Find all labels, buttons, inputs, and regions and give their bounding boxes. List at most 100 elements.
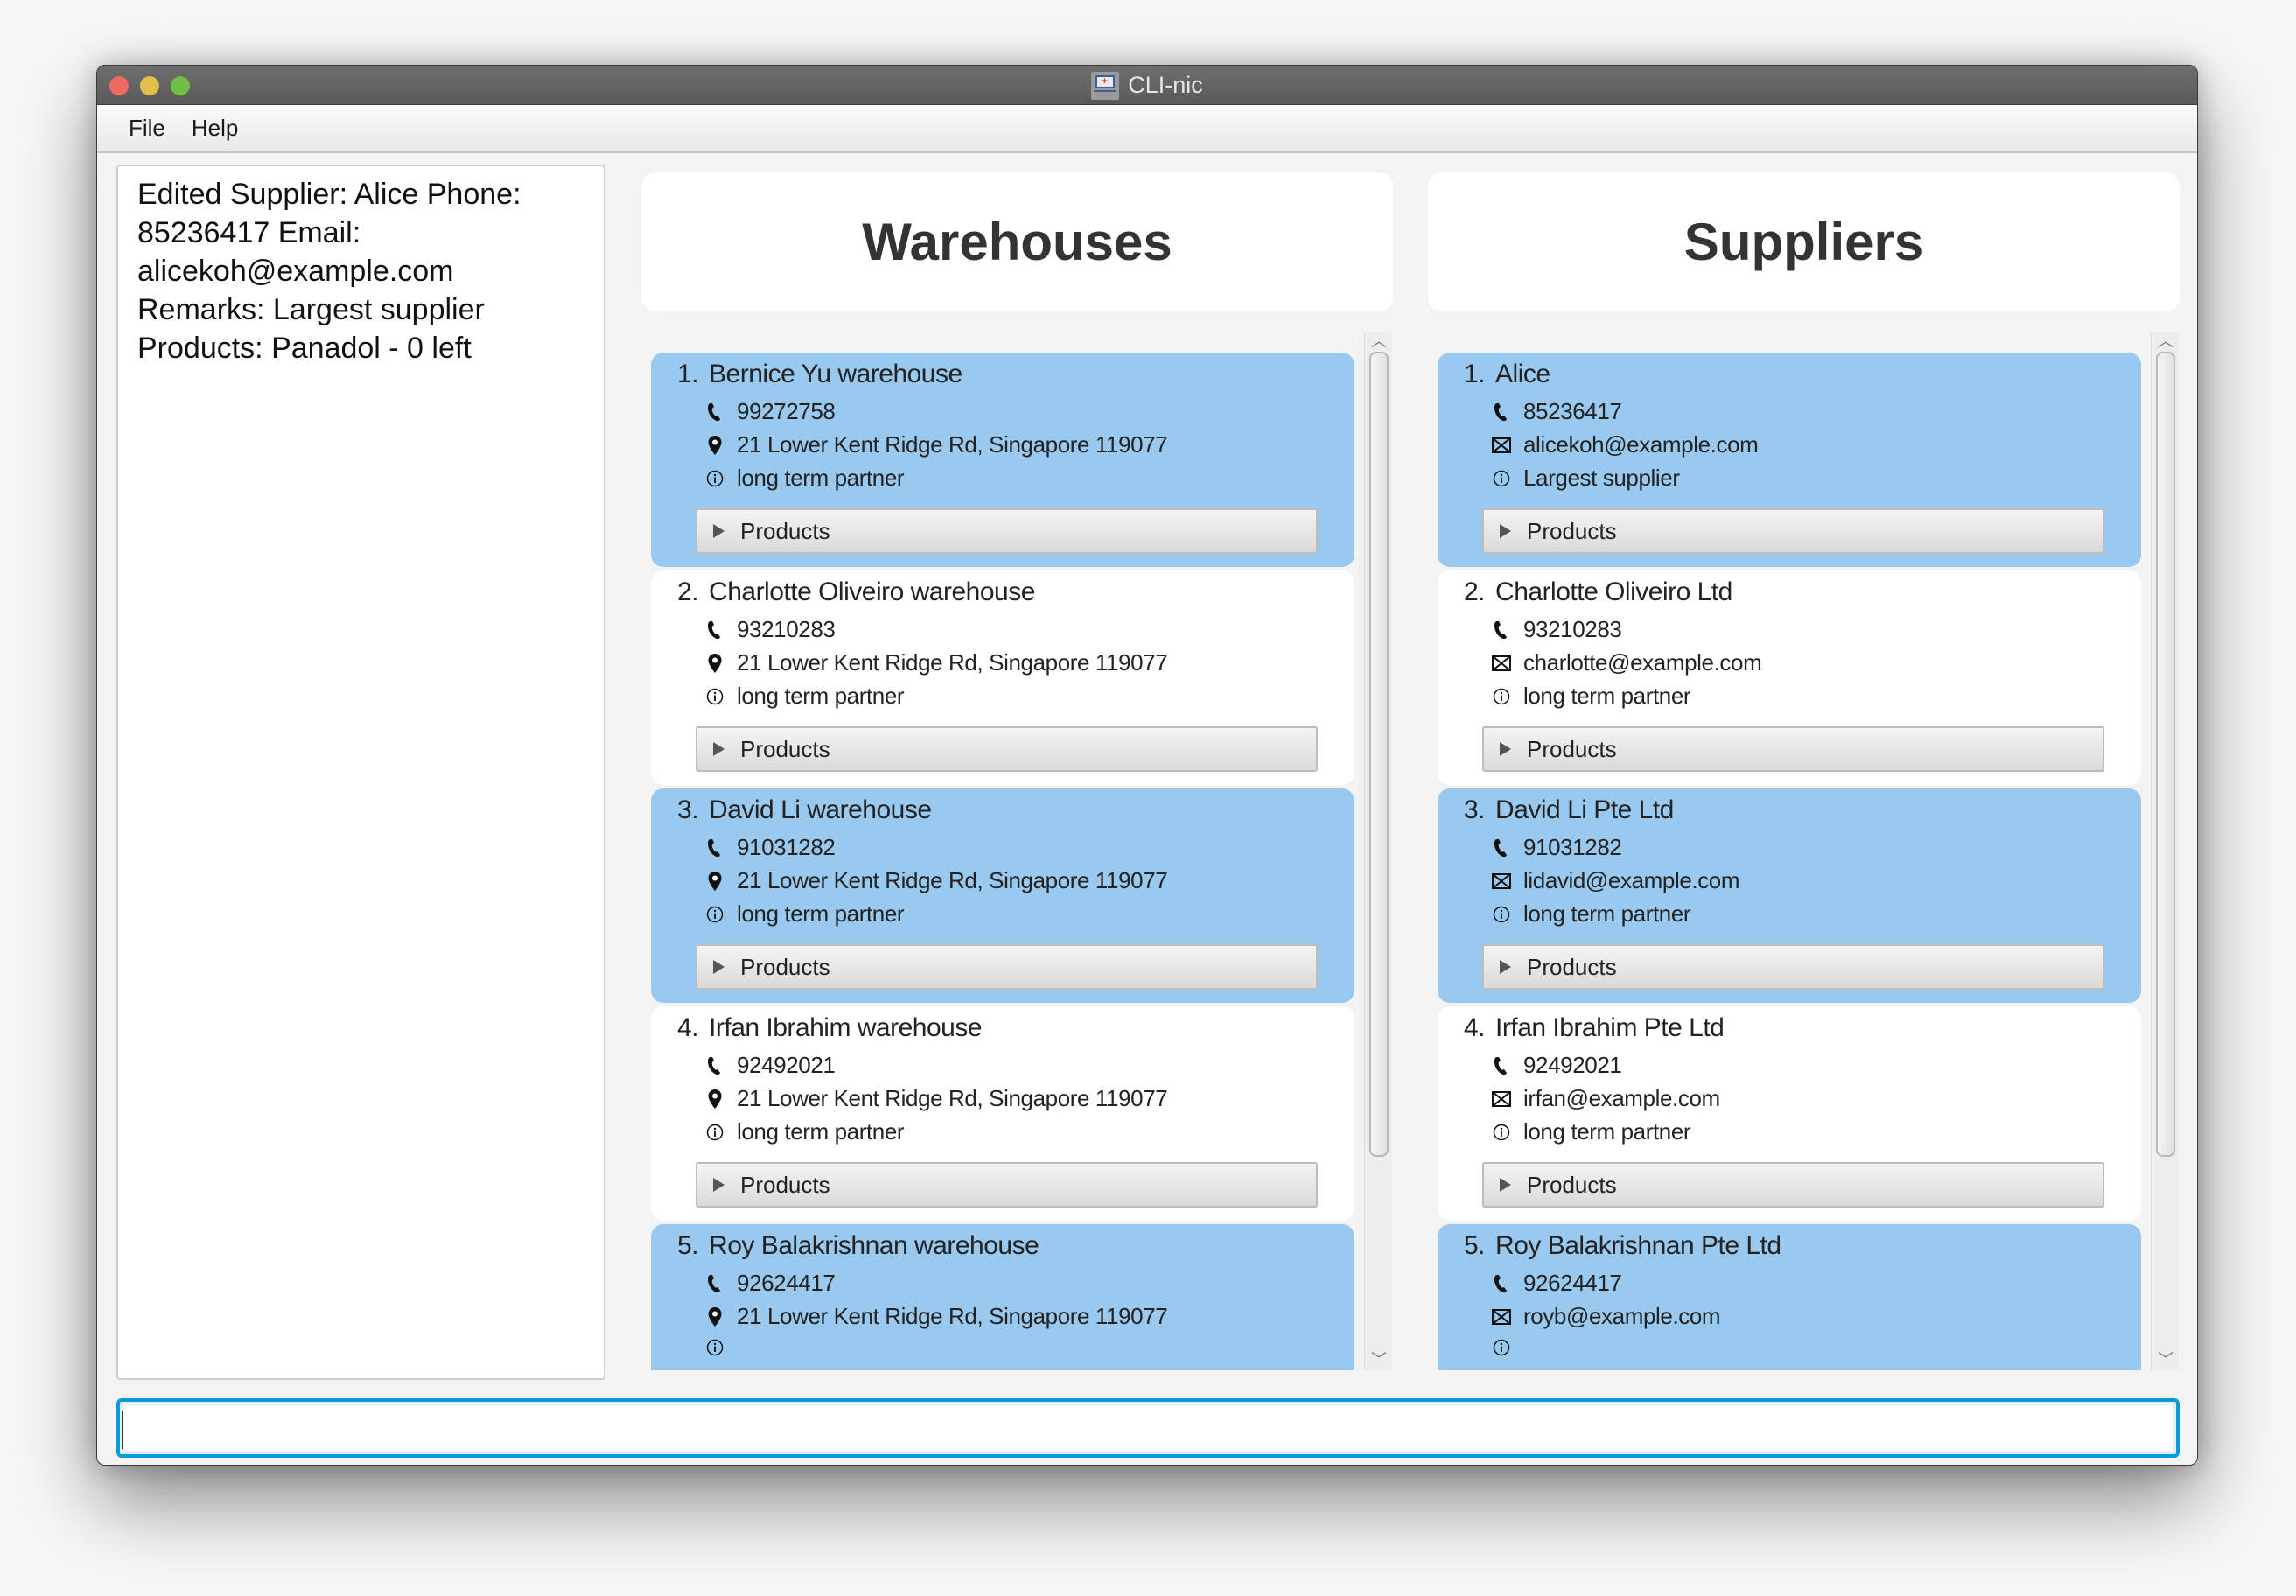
mail-icon <box>1492 1088 1511 1110</box>
email-field: royb@example.com <box>1492 1303 1721 1330</box>
suppliers-panel: Suppliers 1. Alice 85236417 alicekoh@exam… <box>1428 172 2180 1371</box>
expand-triangle-icon <box>1500 742 1511 756</box>
scroll-up-arrow-icon[interactable]: ︿ <box>2152 332 2180 350</box>
warehouses-title: Warehouses <box>862 213 1172 271</box>
card-index: 4. <box>1464 1013 1486 1042</box>
mail-icon <box>1492 652 1511 675</box>
scroll-up-arrow-icon[interactable]: ︿ <box>1365 332 1393 350</box>
card-title: 5. Roy Balakrishnan Pte Ltd <box>1464 1231 1782 1261</box>
mail-icon <box>1492 434 1511 457</box>
remark-value: long term partner <box>1523 900 1691 927</box>
expand-triangle-icon <box>1500 524 1511 538</box>
suppliers-title: Suppliers <box>1684 213 1924 271</box>
expand-triangle-icon <box>1500 1178 1511 1192</box>
scroll-down-arrow-icon[interactable]: ﹀ <box>2152 1351 2180 1368</box>
location-pin-icon <box>705 652 724 675</box>
products-toggle[interactable]: Products <box>1482 944 2104 990</box>
products-toggle[interactable]: Products <box>696 726 1318 772</box>
remark-field: Largest supplier <box>1492 465 1680 492</box>
info-icon <box>1492 903 1511 926</box>
remark-field: long term partner <box>1492 900 1691 928</box>
location-pin-icon <box>705 434 724 457</box>
remark-field: long term partner <box>1492 1118 1691 1145</box>
products-toggle[interactable]: Products <box>696 944 1318 990</box>
phone-value: 91031282 <box>1523 834 1622 860</box>
card-name: Roy Balakrishnan warehouse <box>709 1231 1040 1260</box>
phone-value: 93210283 <box>1523 616 1622 642</box>
info-icon <box>705 1336 724 1359</box>
phone-value: 92624417 <box>1523 1270 1622 1296</box>
remark-field <box>705 1336 737 1359</box>
scroll-thumb[interactable] <box>2156 352 2175 1157</box>
command-input[interactable] <box>116 1398 2180 1458</box>
products-label: Products <box>1527 1171 1617 1198</box>
supplier-card[interactable]: 5. Roy Balakrishnan Pte Ltd 92624417 royb… <box>1438 1224 2141 1370</box>
email-value: lidavid@example.com <box>1523 867 1740 893</box>
menu-help[interactable]: Help <box>192 115 238 142</box>
phone-value: 85236417 <box>1523 398 1622 424</box>
remark-value: long term partner <box>737 1118 905 1144</box>
card-name: Charlotte Oliveiro warehouse <box>709 578 1035 606</box>
card-name: Irfan Ibrahim warehouse <box>709 1013 983 1042</box>
warehouse-card[interactable]: 1. Bernice Yu warehouse 99272758 21 Lower… <box>651 353 1354 567</box>
info-icon <box>705 467 724 490</box>
remark-value: long term partner <box>737 900 905 927</box>
phone-field: 93210283 <box>1492 616 1622 643</box>
address-value: 21 Lower Kent Ridge Rd, Singapore 119077 <box>737 431 1168 458</box>
products-toggle[interactable]: Products <box>1482 726 2104 772</box>
address-field: 21 Lower Kent Ridge Rd, Singapore 119077 <box>705 1303 1168 1330</box>
scroll-down-arrow-icon[interactable]: ﹀ <box>1365 1351 1393 1368</box>
card-title: 1. Alice <box>1464 360 1550 389</box>
phone-icon <box>705 401 724 424</box>
warehouse-card[interactable]: 5. Roy Balakrishnan warehouse 92624417 21… <box>651 1224 1354 1370</box>
card-index: 1. <box>1464 360 1486 388</box>
address-value: 21 Lower Kent Ridge Rd, Singapore 119077 <box>737 1085 1168 1111</box>
card-index: 3. <box>1464 795 1486 824</box>
info-icon <box>1492 1336 1511 1359</box>
supplier-list-scrollbar[interactable]: ︿ ﹀ <box>2151 332 2179 1370</box>
warehouse-card[interactable]: 4. Irfan Ibrahim warehouse 92492021 21 Lo… <box>651 1006 1354 1221</box>
warehouses-panel: Warehouses 1. Bernice Yu warehouse 992727… <box>641 172 1394 1371</box>
title-bar[interactable]: + CLI-nic <box>97 66 2197 105</box>
card-name: Irfan Ibrahim Pte Ltd <box>1495 1013 1725 1042</box>
supplier-card[interactable]: 4. Irfan Ibrahim Pte Ltd 92492021 irfan@e… <box>1438 1006 2141 1221</box>
warehouse-list-scrollbar[interactable]: ︿ ﹀ <box>1364 332 1392 1370</box>
products-toggle[interactable]: Products <box>1482 1162 2104 1208</box>
remark-field: long term partner <box>705 900 905 928</box>
info-icon <box>1492 685 1511 708</box>
location-pin-icon <box>705 870 724 892</box>
expand-triangle-icon <box>713 524 724 538</box>
expand-triangle-icon <box>713 1178 724 1192</box>
warehouses-header: Warehouses <box>641 172 1393 312</box>
products-toggle[interactable]: Products <box>696 1162 1318 1208</box>
card-title: 1. Bernice Yu warehouse <box>677 360 962 389</box>
phone-value: 91031282 <box>737 834 836 860</box>
card-title: 5. Roy Balakrishnan warehouse <box>677 1231 1040 1261</box>
card-index: 5. <box>1464 1231 1486 1260</box>
card-title: 4. Irfan Ibrahim warehouse <box>677 1013 983 1043</box>
supplier-list[interactable]: 1. Alice 85236417 alicekoh@example.com La… <box>1428 332 2180 1370</box>
warehouse-card[interactable]: 2. Charlotte Oliveiro warehouse 93210283 … <box>651 570 1354 785</box>
phone-field: 93210283 <box>705 616 836 643</box>
warehouse-list[interactable]: 1. Bernice Yu warehouse 99272758 21 Lower… <box>641 332 1394 1370</box>
email-value: alicekoh@example.com <box>1523 431 1759 458</box>
address-value: 21 Lower Kent Ridge Rd, Singapore 119077 <box>737 1303 1168 1329</box>
result-display: Edited Supplier: Alice Phone: 85236417 E… <box>116 164 606 1380</box>
warehouse-card[interactable]: 3. David Li warehouse 91031282 21 Lower K… <box>651 788 1354 1003</box>
supplier-card[interactable]: 3. David Li Pte Ltd 91031282 lidavid@exam… <box>1438 788 2141 1003</box>
products-label: Products <box>1527 517 1617 544</box>
phone-value: 92624417 <box>737 1270 836 1296</box>
supplier-card[interactable]: 2. Charlotte Oliveiro Ltd 93210283 charlo… <box>1438 570 2141 785</box>
card-index: 3. <box>677 795 699 824</box>
phone-field: 91031282 <box>705 834 836 861</box>
menu-file[interactable]: File <box>129 115 165 142</box>
phone-value: 93210283 <box>737 616 836 642</box>
supplier-card[interactable]: 1. Alice 85236417 alicekoh@example.com La… <box>1438 353 2141 567</box>
products-toggle[interactable]: Products <box>696 508 1318 554</box>
products-toggle[interactable]: Products <box>1482 508 2104 554</box>
remark-value: long term partner <box>1523 682 1691 709</box>
remark-value: long term partner <box>1523 1118 1691 1144</box>
phone-value: 92492021 <box>737 1052 836 1078</box>
scroll-thumb[interactable] <box>1369 352 1389 1157</box>
text-caret <box>122 1410 123 1449</box>
